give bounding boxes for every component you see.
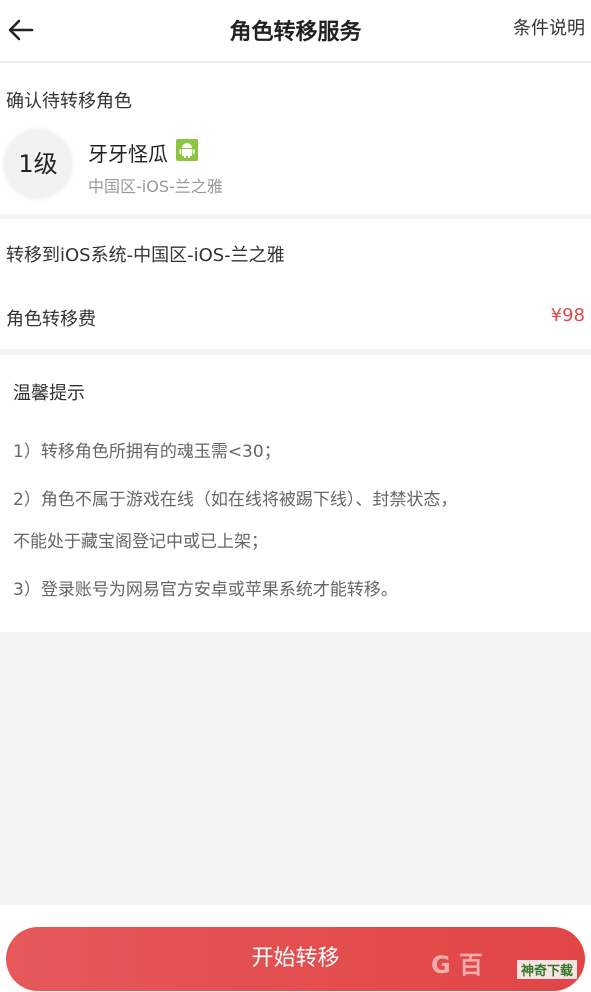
conditions-link[interactable]: 条件说明 [513,14,585,40]
tip-line-2: 2）角色不属于游戏在线（如在线将被踢下线）、封禁状态， [13,490,458,510]
transfer-fee-price: ¥98 [550,305,585,326]
tips-section: 温馨提示 1）转移角色所拥有的魂玉需<30； 2）角色不属于游戏在线（如在线将被… [0,355,591,632]
page-title: 角色转移服务 [229,20,362,45]
start-transfer-button[interactable]: 开始转移 [6,927,585,991]
back-arrow-icon[interactable] [6,15,36,45]
tip-line-3: 3）登录账号为网易官方安卓或苹果系统才能转移。 [13,580,398,600]
android-icon [176,139,198,161]
transfer-target-section: 转移到iOS系统-中国区-iOS-兰之雅 角色转移费 ¥98 [0,219,591,349]
role-name: 牙牙怪瓜 [88,142,168,166]
tip-line-2-continued: 不能处于藏宝阁登记中或已上架； [13,532,268,552]
top-bar: 角色转移服务 条件说明 [0,0,591,62]
bottom-bar: 开始转移 G 百 神奇下载 [0,905,591,992]
level-avatar: 1级 [4,130,72,198]
start-transfer-label: 开始转移 [251,946,340,971]
role-section: 确认待转移角色 1级 牙牙怪瓜 中国区-iOS-兰之雅 [0,63,591,214]
role-section-heading: 确认待转移角色 [6,91,132,112]
transfer-fee-label: 角色转移费 [6,309,96,330]
tip-line-1: 1）转移角色所拥有的魂玉需<30； [13,442,281,462]
tips-title: 温馨提示 [13,383,85,404]
transfer-target-text: 转移到iOS系统-中国区-iOS-兰之雅 [6,245,285,266]
role-server: 中国区-iOS-兰之雅 [88,177,223,196]
